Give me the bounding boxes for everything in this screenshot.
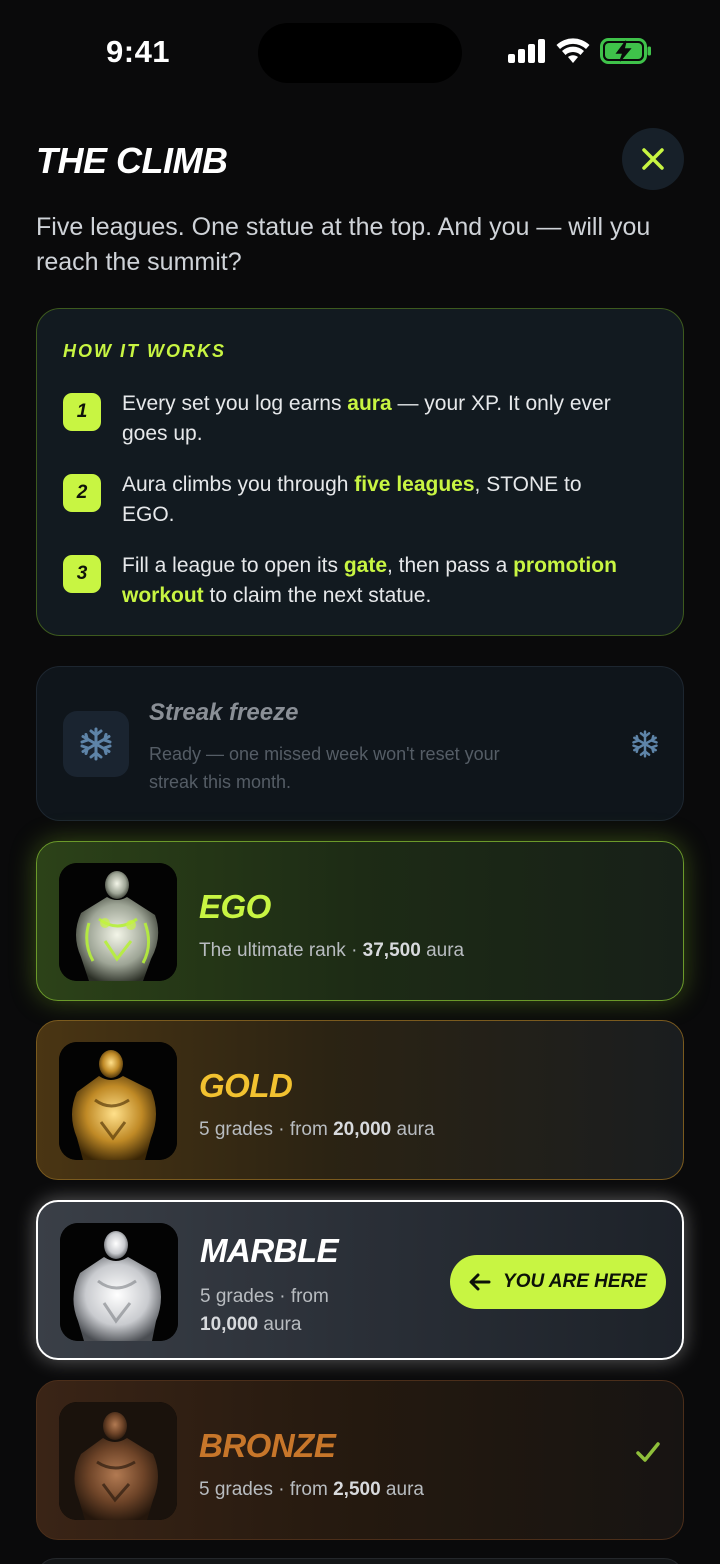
streak-freeze-title: Streak freeze — [149, 699, 299, 726]
statue-gold-image — [59, 1042, 177, 1160]
statue-marble-image — [60, 1223, 178, 1341]
league-statue-image — [59, 1402, 177, 1520]
league-card-gold[interactable]: GOLD 5 grades · from 20,000 aura — [36, 1020, 684, 1180]
league-card-ego[interactable]: EGO The ultimate rank · 37,500 aura — [36, 841, 684, 1001]
checkmark-icon — [636, 1442, 660, 1462]
wifi-icon — [556, 38, 590, 63]
snowflake-icon — [632, 730, 658, 758]
you-are-here-badge: YOU ARE HERE — [450, 1255, 666, 1309]
step-number: 2 — [63, 474, 101, 512]
league-card-marble[interactable]: MARBLE 5 grades · from 10,000 aura YOU AR… — [36, 1200, 684, 1360]
page-subtitle: Five leagues. One statue at the top. And… — [36, 213, 651, 276]
step-number: 3 — [63, 555, 101, 593]
league-name: EGO — [199, 888, 271, 925]
dynamic-island — [258, 23, 462, 83]
league-name: MARBLE — [200, 1232, 339, 1269]
you-are-here-label: YOU ARE HERE — [503, 1271, 647, 1292]
status-time: 9:41 — [106, 34, 171, 69]
league-description: 5 grades · from 2,500 aura — [199, 1479, 424, 1500]
streak-freeze-description: Ready — one missed week won't reset your… — [149, 744, 500, 792]
league-card-bronze[interactable]: BRONZE 5 grades · from 2,500 aura — [36, 1380, 684, 1540]
streak-freeze-status — [631, 730, 659, 763]
league-statue-image — [60, 1223, 178, 1341]
status-bar: 9:41 — [0, 0, 720, 100]
page-title: THE CLIMB — [36, 140, 228, 181]
statue-ego-image — [59, 863, 177, 981]
league-description: 5 grades · from 20,000 aura — [199, 1119, 435, 1140]
statue-bronze-image — [59, 1402, 177, 1520]
step-text: Fill a league to open its gate, then pas… — [122, 554, 617, 607]
how-it-works-card: HOW IT WORKS 1 Every set you log earns a… — [36, 308, 684, 636]
snowflake-icon — [80, 727, 112, 761]
close-button[interactable] — [622, 128, 684, 190]
league-statue-image — [59, 1042, 177, 1160]
step-text: Every set you log earns aura — your XP. … — [122, 392, 611, 445]
streak-freeze-card[interactable]: Streak freeze Ready — one missed week wo… — [36, 666, 684, 821]
completed-check — [635, 1441, 661, 1468]
league-card-next — [36, 1558, 684, 1564]
streak-freeze-icon-box — [63, 711, 129, 777]
league-name: BRONZE — [199, 1427, 336, 1464]
league-statue-image — [59, 863, 177, 981]
signal-icon — [508, 39, 545, 63]
league-description: The ultimate rank · 37,500 aura — [199, 940, 465, 961]
how-it-works-title: HOW IT WORKS — [63, 341, 226, 361]
close-icon — [642, 148, 664, 170]
battery-charging-icon — [600, 38, 651, 64]
arrow-left-icon — [469, 1273, 491, 1291]
system-icons — [508, 38, 652, 64]
league-name: GOLD — [199, 1067, 293, 1104]
league-description: 5 grades · from 10,000 aura — [200, 1286, 329, 1335]
step-text: Aura climbs you through five leagues, ST… — [122, 473, 582, 526]
step-number: 1 — [63, 393, 101, 431]
